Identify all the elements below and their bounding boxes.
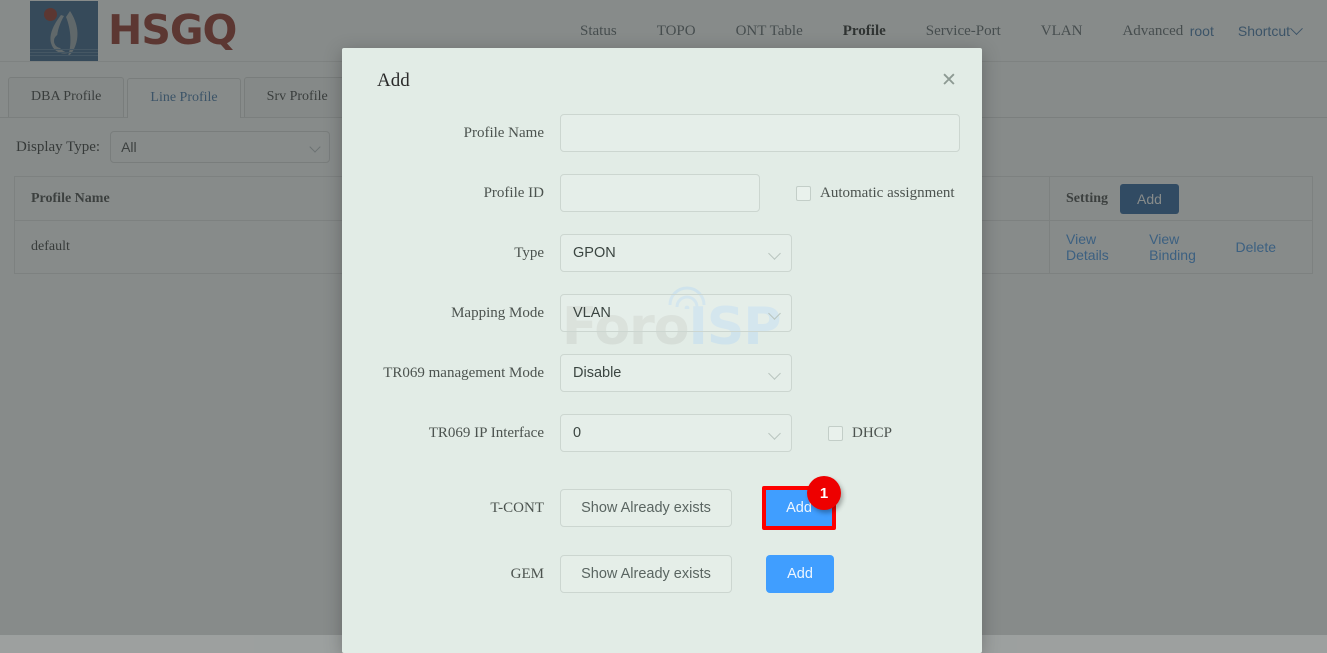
profile-name-input[interactable]: [560, 114, 960, 152]
automatic-assignment-checkbox-group[interactable]: Automatic assignment: [796, 185, 955, 202]
tr069-management-mode-value: Disable: [573, 365, 622, 381]
chevron-down-icon: [768, 307, 781, 320]
form-row-tcont: T-CONT Show Already exists Add: [342, 486, 982, 530]
label-profile-name: Profile Name: [463, 124, 544, 141]
type-select[interactable]: GPON: [560, 234, 792, 272]
label-mapping-mode: Mapping Mode: [451, 304, 544, 321]
gem-show-already-exists-button[interactable]: Show Already exists: [560, 555, 732, 593]
tr069-management-mode-select[interactable]: Disable: [560, 354, 792, 392]
label-gem: GEM: [510, 565, 544, 582]
chevron-down-icon: [768, 247, 781, 260]
form-row-profile-name: Profile Name: [342, 114, 982, 152]
label-type: Type: [514, 244, 544, 261]
form-row-gem: GEM Show Already exists Add: [342, 555, 982, 593]
automatic-assignment-label: Automatic assignment: [820, 184, 955, 201]
form-row-type: Type GPON: [342, 234, 982, 272]
chevron-down-icon: [768, 427, 781, 440]
tr069-ip-interface-select[interactable]: 0: [560, 414, 792, 452]
type-value: GPON: [573, 245, 616, 261]
profile-id-input[interactable]: [560, 174, 760, 212]
label-tr069-management-mode: TR069 management Mode: [383, 364, 544, 381]
form-row-tr069-ip-interface: TR069 IP Interface 0 DHCP: [342, 414, 982, 452]
tcont-show-already-exists-button[interactable]: Show Already exists: [560, 489, 732, 527]
form-row-profile-id: Profile ID Automatic assignment: [342, 174, 982, 212]
tr069-ip-interface-value: 0: [573, 425, 582, 441]
add-profile-form: Profile Name Profile ID Automatic assign…: [342, 92, 982, 593]
add-line-profile-dialog: Add ✕ ForoISP Profile Name Profile ID Au…: [342, 48, 982, 653]
form-row-mapping-mode: Mapping Mode VLAN: [342, 294, 982, 332]
gem-add-button[interactable]: Add: [766, 555, 834, 593]
close-icon[interactable]: ✕: [938, 70, 960, 92]
chevron-down-icon: [768, 367, 781, 380]
dhcp-checkbox[interactable]: [828, 425, 843, 441]
annotation-badge-1: 1: [807, 476, 841, 510]
dhcp-checkbox-group[interactable]: DHCP: [828, 425, 892, 442]
label-profile-id: Profile ID: [483, 184, 544, 201]
mapping-mode-select[interactable]: VLAN: [560, 294, 792, 332]
dialog-title: Add: [377, 70, 410, 91]
mapping-mode-value: VLAN: [573, 305, 611, 321]
dhcp-label: DHCP: [852, 424, 893, 441]
automatic-assignment-checkbox[interactable]: [796, 185, 811, 201]
label-tr069-ip-interface: TR069 IP Interface: [428, 424, 544, 441]
label-tcont: T-CONT: [490, 499, 544, 516]
form-row-tr069-management-mode: TR069 management Mode Disable: [342, 354, 982, 392]
